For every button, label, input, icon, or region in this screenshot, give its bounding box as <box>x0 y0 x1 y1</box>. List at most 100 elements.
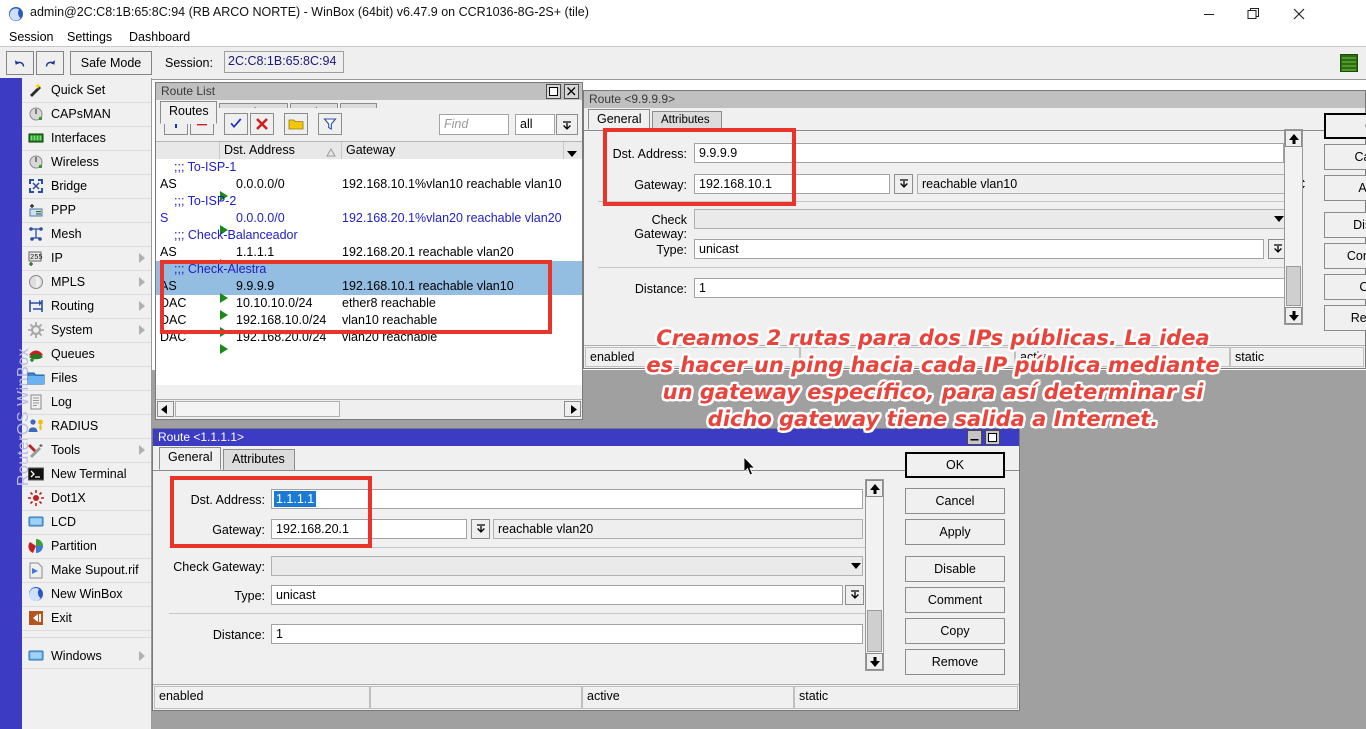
gateway-dropdown-icon-bottom[interactable] <box>471 519 490 539</box>
filter-select[interactable]: all <box>515 114 555 135</box>
gateway-input-top[interactable]: 192.168.10.1 <box>694 174 890 194</box>
menu-settings[interactable]: Settings <box>62 29 117 45</box>
scroll-up-icon-top[interactable] <box>1285 130 1302 147</box>
col-gateway[interactable]: Gateway <box>342 142 564 159</box>
minimize-icon-bottom[interactable] <box>967 430 982 445</box>
dst-address-input-bottom[interactable]: 1.1.1.1 <box>271 489 863 509</box>
route-comment-row[interactable]: ;;; Check-Alestra <box>156 261 582 278</box>
col-flags[interactable] <box>156 142 220 159</box>
route-table-row[interactable]: AS0.0.0.0/0192.168.10.1%vlan10 reachable… <box>156 176 582 193</box>
session-value[interactable]: 2C:C8:1B:65:8C:94 <box>224 51 344 73</box>
route-comment-row[interactable]: ;;; Check-Balanceador <box>156 227 582 244</box>
comment-button-top[interactable]: Comment <box>1324 243 1366 269</box>
route-list-hscrollbar[interactable] <box>156 399 582 419</box>
gateway-dropdown-icon-top[interactable] <box>894 174 913 194</box>
sidebar-item-quick-set[interactable]: Quick Set <box>22 78 151 103</box>
menu-session[interactable]: Session <box>4 29 58 45</box>
tab-general-bottom[interactable]: General <box>159 447 221 470</box>
sidebar-item-mpls[interactable]: MPLS <box>22 270 151 295</box>
sidebar-item-tools[interactable]: Tools <box>22 438 151 463</box>
route-comment-row[interactable]: ;;; To-ISP-1 <box>156 159 582 176</box>
route-dialog-1111-vscrollbar[interactable] <box>865 479 884 671</box>
menu-dashboard[interactable]: Dashboard <box>124 29 195 45</box>
sidebar-item-partition[interactable]: Partition <box>22 534 151 559</box>
close-button[interactable] <box>1276 0 1321 28</box>
safe-mode-button[interactable]: Safe Mode <box>70 51 152 75</box>
disable-button-bottom[interactable]: Disable <box>905 556 1005 582</box>
minimize-button[interactable] <box>1186 0 1231 28</box>
maximize-button[interactable] <box>1231 0 1276 28</box>
apply-button-bottom[interactable]: Apply <box>905 519 1005 545</box>
scroll-right-icon[interactable] <box>564 401 581 417</box>
filter-dropdown-icon[interactable] <box>556 114 578 135</box>
redo-icon[interactable] <box>36 51 64 75</box>
cancel-button-bottom[interactable]: Cancel <box>905 488 1005 514</box>
route-table-row[interactable]: DAC10.10.10.0/24ether8 reachable <box>156 295 582 312</box>
sidebar-item-ip[interactable]: 255IP <box>22 246 151 271</box>
copy-button-top[interactable]: Copy <box>1324 274 1366 300</box>
route-dialog-1111-titlebar[interactable]: Route <1.1.1.1> <box>153 429 1019 446</box>
sidebar-item-bridge[interactable]: Bridge <box>22 174 151 199</box>
sidebar-item-windows[interactable]: Windows <box>22 644 151 669</box>
route-table-row[interactable]: DAC192.168.20.0/24vlan20 reachable <box>156 329 582 346</box>
ok-button-bottom[interactable]: OK <box>905 452 1005 478</box>
sidebar-item-interfaces[interactable]: Interfaces <box>22 126 151 151</box>
distance-input-bottom[interactable]: 1 <box>271 624 863 644</box>
check-gateway-dropdown-icon-bottom[interactable] <box>851 563 861 569</box>
route-comment-row[interactable]: ;;; To-ISP-2 <box>156 193 582 210</box>
distance-input-top[interactable]: 1 <box>694 278 1285 298</box>
vscroll-thumb-bottom[interactable] <box>867 610 882 652</box>
check-gateway-input-top[interactable] <box>694 209 1285 229</box>
comment-button-bottom[interactable]: Comment <box>905 587 1005 613</box>
sidebar-item-routing[interactable]: Routing <box>22 294 151 319</box>
col-dst-address[interactable]: Dst. Address <box>220 142 342 159</box>
sidebar-item-new-terminal[interactable]: New Terminal <box>22 462 151 487</box>
sidebar-item-capsman[interactable]: CAPsMAN <box>22 102 151 127</box>
scroll-left-icon[interactable] <box>157 401 174 417</box>
type-dropdown-icon-bottom[interactable] <box>845 585 864 605</box>
restore-icon-bottom[interactable] <box>985 430 1000 445</box>
gateway-input-bottom[interactable]: 192.168.20.1 <box>271 519 467 539</box>
disable-button-top[interactable]: Disable <box>1324 212 1366 238</box>
remove-button-top[interactable]: Remove <box>1324 305 1366 331</box>
remove-button-bottom[interactable]: Remove <box>905 649 1005 675</box>
find-input[interactable]: Find <box>439 114 509 135</box>
sidebar-item-lcd[interactable]: LCD <box>22 510 151 535</box>
check-gateway-dropdown-icon-top[interactable] <box>1274 216 1284 222</box>
route-dialog-9999-titlebar[interactable]: Route <9.9.9.9> <box>584 91 1365 108</box>
route-table-row[interactable]: DAC192.168.10.0/24vlan10 reachable <box>156 312 582 329</box>
comment-icon[interactable] <box>284 113 308 135</box>
sidebar-item-system[interactable]: System <box>22 318 151 343</box>
route-dialog-9999-vscrollbar[interactable] <box>1284 129 1303 325</box>
scroll-up-icon-bottom[interactable] <box>866 480 883 497</box>
sidebar-item-dot1x[interactable]: Dot1X <box>22 486 151 511</box>
tab-routes[interactable]: Routes <box>160 101 217 124</box>
scroll-down-icon-top[interactable] <box>1285 307 1302 324</box>
tab-attributes-bottom[interactable]: Attributes <box>223 449 295 470</box>
copy-button-bottom[interactable]: Copy <box>905 618 1005 644</box>
sidebar-item-radius[interactable]: RADIUS <box>22 414 151 439</box>
enable-icon[interactable] <box>224 113 248 135</box>
sidebar-item-files[interactable]: Files <box>22 366 151 391</box>
sidebar-item-log[interactable]: Log <box>22 390 151 415</box>
undo-icon[interactable] <box>6 51 34 75</box>
ok-button-top[interactable]: OK <box>1324 113 1366 139</box>
check-gateway-input-bottom[interactable] <box>271 556 863 576</box>
type-input-bottom[interactable]: unicast <box>271 585 843 605</box>
tab-general-top[interactable]: General <box>588 109 650 130</box>
route-table-row[interactable]: S0.0.0.0/0192.168.20.1%vlan20 reachable … <box>156 210 582 227</box>
route-list-titlebar[interactable]: Route List <box>156 83 582 100</box>
scroll-down-icon-bottom[interactable] <box>866 653 883 670</box>
vscroll-thumb-top[interactable] <box>1286 266 1301 306</box>
sidebar-item-wireless[interactable]: Wireless <box>22 150 151 175</box>
sidebar-item-exit[interactable]: Exit <box>22 606 151 631</box>
hscroll-thumb[interactable] <box>175 401 340 417</box>
restore-icon[interactable] <box>546 84 561 99</box>
sidebar-item-new-winbox[interactable]: New WinBox <box>22 582 151 607</box>
close-icon[interactable] <box>564 84 579 99</box>
dst-address-input-top[interactable]: 9.9.9.9 <box>694 143 1284 163</box>
sidebar-item-ppp[interactable]: PPP <box>22 198 151 223</box>
type-input-top[interactable]: unicast <box>694 239 1264 259</box>
route-table-row[interactable]: AS1.1.1.1192.168.20.1 reachable vlan20 <box>156 244 582 261</box>
sidebar-item-mesh[interactable]: Mesh <box>22 222 151 247</box>
